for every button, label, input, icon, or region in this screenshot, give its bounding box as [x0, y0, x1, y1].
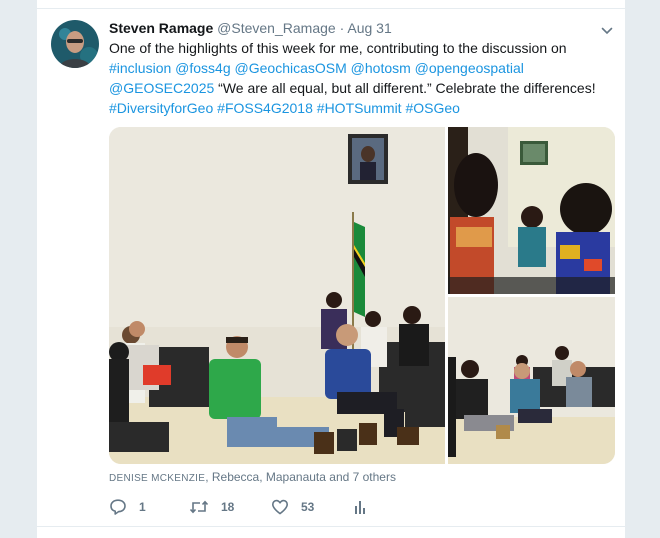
- author-name[interactable]: Steven Ramage: [109, 20, 213, 36]
- mention-link[interactable]: @foss4g: [175, 60, 230, 76]
- likers-summary[interactable]: DENISE MCKENZIE, Rebecca, Mapanauta and …: [109, 469, 396, 487]
- tweet-text-segment: One of the highlights of this week for m…: [109, 40, 567, 56]
- photo-main[interactable]: [109, 127, 445, 464]
- mention-link[interactable]: @opengeospatial: [415, 60, 524, 76]
- tweet-card[interactable]: Steven Ramage @Steven_Ramage · Aug 31 On…: [36, 0, 626, 538]
- tweet-text: One of the highlights of this week for m…: [109, 38, 614, 118]
- retweet-count: 18: [221, 500, 235, 514]
- analytics-button[interactable]: [353, 497, 379, 517]
- liker-first-name[interactable]: DENISE MCKENZIE: [109, 473, 205, 484]
- separator-dot: ·: [339, 20, 345, 36]
- reply-button[interactable]: 1: [109, 497, 146, 517]
- likers-rest: , Rebecca, Mapanauta and 7 others: [205, 470, 396, 484]
- media-grid: [109, 127, 615, 464]
- divider: [37, 526, 625, 527]
- retweet-icon: [189, 500, 209, 514]
- tweet-date[interactable]: Aug 31: [347, 20, 391, 36]
- avatar[interactable]: [51, 20, 99, 68]
- author-handle[interactable]: @Steven_Ramage: [217, 20, 336, 36]
- mention-link[interactable]: @hotosm: [351, 60, 411, 76]
- tweet-text-line: @GEOSEC2025 “We are all equal, but all d…: [109, 78, 614, 98]
- tweet-text-line: #DiversityforGeo #FOSS4G2018 #HOTSummit …: [109, 98, 614, 118]
- reply-icon: [110, 499, 126, 515]
- like-count: 53: [301, 500, 315, 514]
- tweet-text-segment: “We are all equal, but all different.” C…: [214, 80, 596, 96]
- like-button[interactable]: 53: [271, 497, 314, 517]
- divider: [37, 8, 625, 9]
- hashtag-link[interactable]: #FOSS4G2018: [217, 100, 313, 116]
- hashtag-link[interactable]: #DiversityforGeo: [109, 100, 213, 116]
- analytics-icon: [355, 501, 365, 514]
- photo-top-right[interactable]: [448, 127, 615, 294]
- reply-count: 1: [139, 500, 146, 514]
- heart-icon: [272, 499, 288, 515]
- hashtag-link[interactable]: #inclusion: [109, 60, 171, 76]
- tweet-header: Steven Ramage @Steven_Ramage · Aug 31: [109, 18, 613, 38]
- tweet-text-line: #inclusion @foss4g @GeochicasOSM @hotosm…: [109, 58, 614, 78]
- chevron-down-icon[interactable]: [601, 22, 613, 35]
- mention-link[interactable]: @GeochicasOSM: [235, 60, 347, 76]
- hashtag-link[interactable]: #HOTSummit: [317, 100, 402, 116]
- retweet-button[interactable]: 18: [189, 497, 234, 517]
- photo-bottom-right[interactable]: [448, 297, 615, 464]
- mention-link[interactable]: @GEOSEC2025: [109, 80, 214, 96]
- hashtag-link[interactable]: #OSGeo: [405, 100, 459, 116]
- tweet-actions: 1 18 53: [109, 497, 409, 517]
- tweet-text-line: One of the highlights of this week for m…: [109, 38, 614, 58]
